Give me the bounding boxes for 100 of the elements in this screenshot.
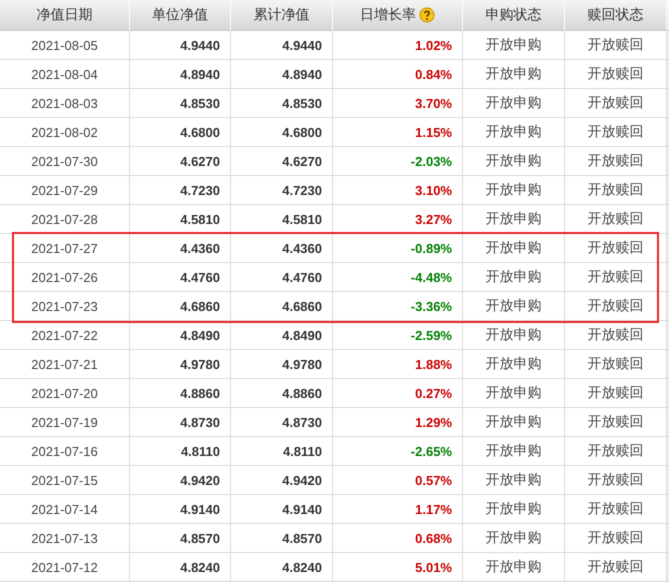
table-cell: 2021-07-20 (0, 379, 130, 408)
table-cell: 2021-08-03 (0, 89, 130, 118)
table-cell: -2.59% (333, 321, 463, 350)
table-cell: 4.9140 (130, 495, 231, 524)
table-cell: 4.9140 (231, 495, 333, 524)
table-cell: 2021-07-27 (0, 234, 130, 263)
table-cell: 1.02% (333, 31, 463, 60)
table-cell: 4.7230 (130, 176, 231, 205)
table-cell: 4.8110 (231, 437, 333, 466)
table-cell: 4.8940 (231, 60, 333, 89)
table-cell: 2021-07-21 (0, 350, 130, 379)
table-cell: 4.8570 (130, 524, 231, 553)
table-cell: 4.8110 (130, 437, 231, 466)
table-cell: 开放申购 (463, 60, 565, 89)
table-cell: 4.4760 (231, 263, 333, 292)
table-cell: 4.8860 (130, 379, 231, 408)
table-cell: 开放申购 (463, 89, 565, 118)
table-cell: 2021-07-15 (0, 466, 130, 495)
table-cell: 1.15% (333, 118, 463, 147)
table-cell: 1.29% (333, 408, 463, 437)
table-cell: 4.5810 (130, 205, 231, 234)
table-cell: 3.70% (333, 89, 463, 118)
table-cell: 开放申购 (463, 350, 565, 379)
column-header: 赎回状态 (565, 0, 667, 31)
table-cell: 4.8240 (130, 553, 231, 582)
table-cell: 开放申购 (463, 234, 565, 263)
table-cell: 2021-07-13 (0, 524, 130, 553)
table-cell: 4.8530 (130, 89, 231, 118)
table-cell: 开放申购 (463, 524, 565, 553)
table-cell: 4.8490 (231, 321, 333, 350)
table-cell: -2.03% (333, 147, 463, 176)
table-cell: 4.4760 (130, 263, 231, 292)
table-cell: 0.84% (333, 60, 463, 89)
table-cell: 2021-07-30 (0, 147, 130, 176)
table-cell: 2021-07-19 (0, 408, 130, 437)
table-cell: 4.8860 (231, 379, 333, 408)
table-cell: 2021-08-05 (0, 31, 130, 60)
column-header: 净值日期 (0, 0, 130, 31)
table-cell: 4.9440 (130, 31, 231, 60)
table-cell: 2021-07-14 (0, 495, 130, 524)
column-header: 单位净值 (130, 0, 231, 31)
table-cell: 4.7230 (231, 176, 333, 205)
table-cell: 5.01% (333, 553, 463, 582)
table-cell: 4.4360 (231, 234, 333, 263)
table-cell: 开放申购 (463, 263, 565, 292)
table-cell: -4.48% (333, 263, 463, 292)
table-cell: 4.6270 (130, 147, 231, 176)
table-cell: 4.9420 (130, 466, 231, 495)
table-cell: 4.6860 (130, 292, 231, 321)
table-cell: 4.8730 (130, 408, 231, 437)
table-cell: 3.27% (333, 205, 463, 234)
table-cell: 开放申购 (463, 408, 565, 437)
help-icon[interactable] (419, 7, 435, 23)
column-header: 日增长率 (333, 0, 463, 31)
table-cell: 2021-07-12 (0, 553, 130, 582)
table-cell: 0.27% (333, 379, 463, 408)
table-cell: 2021-08-02 (0, 118, 130, 147)
table-cell: 4.6800 (130, 118, 231, 147)
table-cell: 4.9420 (231, 466, 333, 495)
table-cell: 开放申购 (463, 292, 565, 321)
table-cell: 0.57% (333, 466, 463, 495)
table-cell: 开放申购 (463, 31, 565, 60)
table-cell: 开放申购 (463, 437, 565, 466)
table-cell: 2021-07-23 (0, 292, 130, 321)
table-cell: 4.8240 (231, 553, 333, 582)
table-cell: 开放申购 (463, 321, 565, 350)
table-cell: 2021-07-29 (0, 176, 130, 205)
table-cell: 4.9780 (130, 350, 231, 379)
table-cell: 4.4360 (130, 234, 231, 263)
table-cell: 4.9780 (231, 350, 333, 379)
table-cell: 开放申购 (463, 205, 565, 234)
table-cell: 开放申购 (463, 118, 565, 147)
table-cell: 开放申购 (463, 553, 565, 582)
table-cell: 2021-07-16 (0, 437, 130, 466)
table-cell: -0.89% (333, 234, 463, 263)
table-cell: 3.10% (333, 176, 463, 205)
column-header: 申购状态 (463, 0, 565, 31)
table-cell: 4.8570 (231, 524, 333, 553)
table-cell: 4.6800 (231, 118, 333, 147)
table-cell: 4.8730 (231, 408, 333, 437)
table-cell: 2021-07-28 (0, 205, 130, 234)
table-cell: 1.17% (333, 495, 463, 524)
table-cell: -3.36% (333, 292, 463, 321)
table-cell: 4.6860 (231, 292, 333, 321)
table-cell: 2021-07-22 (0, 321, 130, 350)
table-cell: 4.8940 (130, 60, 231, 89)
table-cell: 开放申购 (463, 379, 565, 408)
table-cell: 开放申购 (463, 495, 565, 524)
table-cell: 2021-08-04 (0, 60, 130, 89)
table-cell: 开放申购 (463, 147, 565, 176)
column-header: 累计净值 (231, 0, 333, 31)
table-cell: -2.65% (333, 437, 463, 466)
table-cell: 4.6270 (231, 147, 333, 176)
table-cell: 4.5810 (231, 205, 333, 234)
table-cell: 2021-07-26 (0, 263, 130, 292)
table-cell: 开放申购 (463, 466, 565, 495)
table-cell: 4.9440 (231, 31, 333, 60)
table-cell: 1.88% (333, 350, 463, 379)
table-cell: 4.8490 (130, 321, 231, 350)
table-cell: 开放申购 (463, 176, 565, 205)
